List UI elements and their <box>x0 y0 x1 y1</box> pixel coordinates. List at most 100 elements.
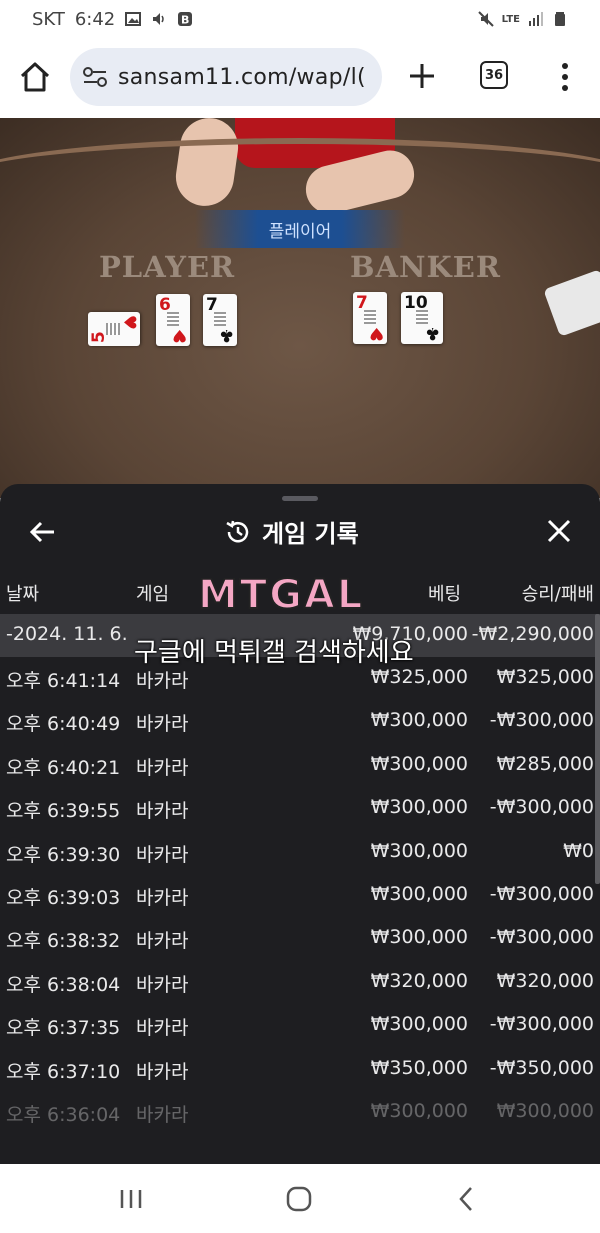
list-item[interactable]: 오후 6:37:35 바카라 ₩300,000 -₩300,000 <box>0 1004 600 1047</box>
card-pattern <box>364 310 376 324</box>
row-bet: ₩300,000 <box>370 1013 468 1036</box>
column-header-bet[interactable]: 베팅 <box>428 580 461 605</box>
row-bet: ₩350,000 <box>370 1056 468 1079</box>
list-item[interactable]: 오후 6:40:49 바카라 ₩300,000 -₩300,000 <box>0 700 600 743</box>
card-pattern <box>167 312 179 326</box>
row-time: 오후 6:39:03 <box>6 886 121 909</box>
list-item[interactable]: 오후 6:39:03 바카라 ₩300,000 -₩300,000 <box>0 874 600 917</box>
recent-apps-icon[interactable] <box>116 1184 146 1214</box>
row-bet: ₩300,000 <box>370 882 468 905</box>
column-header-winloss[interactable]: 승리/패배 <box>522 580 594 605</box>
row-winloss: -₩300,000 <box>489 709 594 732</box>
summary-winloss: -₩2,290,000 <box>471 623 594 645</box>
status-right: LTE <box>477 11 568 27</box>
row-bet: ₩300,000 <box>370 839 468 862</box>
list-item[interactable]: 오후 6:38:04 바카라 ₩320,000 ₩320,000 <box>0 961 600 1004</box>
summary-date: -2024. 11. 6. <box>6 623 128 645</box>
battery-icon <box>555 12 565 26</box>
card-pattern <box>416 310 428 324</box>
list-item[interactable]: 오후 6:39:55 바카라 ₩300,000 -₩300,000 <box>0 787 600 830</box>
row-game: 바카라 <box>136 1017 189 1040</box>
row-game: 바카라 <box>136 1060 189 1083</box>
sheet-title: 게임 기록 <box>262 520 359 548</box>
home-nav-icon[interactable] <box>284 1184 314 1214</box>
row-time: 오후 6:40:49 <box>6 713 121 736</box>
row-bet: ₩300,000 <box>370 926 468 949</box>
list-item[interactable]: 오후 6:36:04 바카라 ₩300,000 ₩300,000 <box>0 1091 600 1134</box>
site-settings-icon[interactable] <box>82 66 108 88</box>
row-time: 오후 6:36:04 <box>6 1103 121 1126</box>
back-nav-icon[interactable] <box>452 1184 482 1214</box>
row-game: 바카라 <box>136 800 189 823</box>
card-suit: ♣ <box>424 323 440 343</box>
row-winloss: ₩320,000 <box>496 969 594 992</box>
history-list: -2024. 11. 6. ₩9,710,000 -₩2,290,000 오후 … <box>0 614 600 1134</box>
row-game: 바카라 <box>136 843 189 866</box>
row-winloss: ₩0 <box>563 839 594 862</box>
row-time: 오후 6:39:55 <box>6 800 121 823</box>
round-result-banner: 플레이어 <box>195 210 405 248</box>
row-winloss: -₩300,000 <box>489 796 594 819</box>
card-suit: ♥ <box>119 315 139 331</box>
more-menu-icon[interactable] <box>555 60 575 94</box>
list-item[interactable]: 오후 6:39:30 바카라 ₩300,000 ₩0 <box>0 831 600 874</box>
back-arrow-icon[interactable] <box>28 518 56 546</box>
list-item[interactable]: 오후 6:38:32 바카라 ₩300,000 -₩300,000 <box>0 917 600 960</box>
row-winloss: -₩300,000 <box>489 926 594 949</box>
live-game-video: 플레이어 PLAYER BANKER 5 ♥ 6 ♥ 7 ♣ 7 ♥ 10 ♣ <box>0 118 600 498</box>
row-winloss: ₩300,000 <box>496 1099 594 1122</box>
row-bet: ₩300,000 <box>370 709 468 732</box>
row-game: 바카라 <box>136 713 189 736</box>
card-shoe <box>543 269 600 337</box>
row-bet: ₩300,000 <box>370 1099 468 1122</box>
row-game: 바카라 <box>136 670 189 692</box>
row-bet: ₩325,000 <box>370 666 468 688</box>
row-time: 오후 6:38:32 <box>6 930 121 953</box>
row-time: 오후 6:38:04 <box>6 973 121 996</box>
row-game: 바카라 <box>136 756 189 779</box>
row-bet: ₩320,000 <box>370 969 468 992</box>
signal-icon <box>529 12 543 26</box>
row-time: 오후 6:37:10 <box>6 1060 121 1083</box>
table-edge <box>0 138 600 218</box>
home-icon[interactable] <box>18 60 52 94</box>
address-bar[interactable]: sansam11.com/wap/l( <box>70 48 382 106</box>
new-tab-icon[interactable] <box>406 60 438 92</box>
mute-icon <box>477 11 494 27</box>
system-nav-bar <box>0 1164 600 1233</box>
row-winloss: -₩300,000 <box>489 1013 594 1036</box>
column-header-date[interactable]: 날짜 <box>6 580 39 605</box>
close-icon[interactable] <box>545 517 573 545</box>
list-item[interactable]: 오후 6:40:21 바카라 ₩300,000 ₩285,000 <box>0 744 600 787</box>
b-app-icon: B <box>178 12 193 27</box>
url-text[interactable]: sansam11.com/wap/l( <box>118 65 366 90</box>
row-time: 오후 6:37:35 <box>6 1017 121 1040</box>
row-winloss: ₩285,000 <box>496 752 594 775</box>
row-winloss: ₩325,000 <box>496 666 594 688</box>
carrier-label: SKT <box>32 8 65 30</box>
gallery-icon <box>125 12 142 26</box>
network-type: LTE <box>501 13 520 25</box>
player-card-1: 5 ♥ <box>88 312 140 346</box>
watermark-text: 구글에 먹튀갤 검색하세요 <box>134 638 414 668</box>
player-label: PLAYER <box>99 250 236 284</box>
card-pattern <box>214 312 226 326</box>
status-bar: SKT 6:42 B LTE <box>0 0 600 38</box>
row-game: 바카라 <box>136 1103 189 1126</box>
tab-switcher-button[interactable]: 36 <box>480 61 508 89</box>
banker-card-1: 7 ♥ <box>353 292 387 344</box>
history-scrollbar[interactable] <box>595 614 600 884</box>
row-time: 오후 6:39:30 <box>6 843 121 866</box>
browser-toolbar: sansam11.com/wap/l( 36 <box>0 38 600 118</box>
player-card-3: 7 ♣ <box>203 294 237 346</box>
row-time: 오후 6:40:21 <box>6 756 121 779</box>
player-card-2: 6 ♥ <box>156 294 190 346</box>
column-header-game[interactable]: 게임 <box>136 580 169 605</box>
list-item[interactable]: 오후 6:37:10 바카라 ₩350,000 -₩350,000 <box>0 1048 600 1091</box>
svg-text:B: B <box>181 14 189 27</box>
sheet-drag-handle[interactable] <box>282 496 318 501</box>
row-winloss: -₩300,000 <box>489 882 594 905</box>
row-game: 바카라 <box>136 930 189 953</box>
row-bet: ₩300,000 <box>370 752 468 775</box>
card-pattern <box>106 323 120 335</box>
